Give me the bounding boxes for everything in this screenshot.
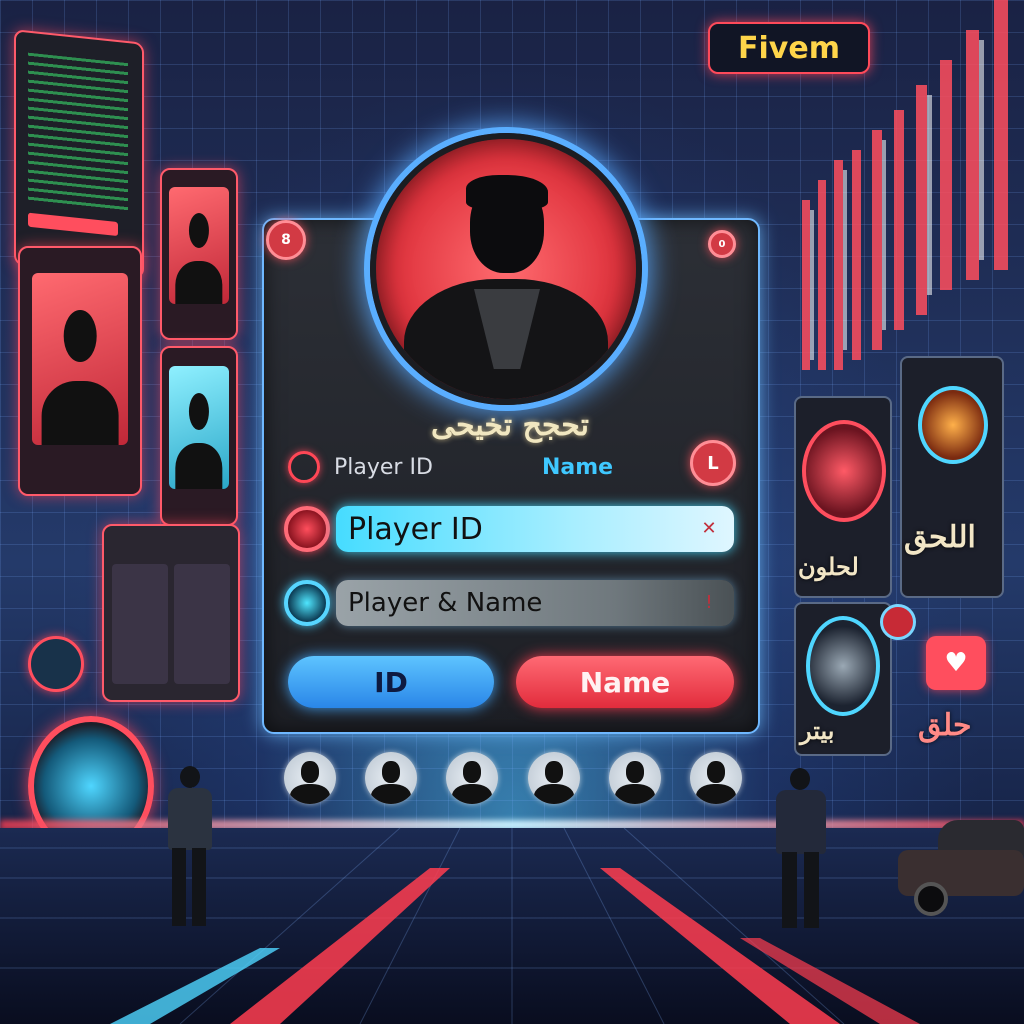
side-card-duo [102, 524, 240, 702]
player-name-input[interactable]: Player & Name ! [336, 580, 734, 626]
player-avatar-icon [370, 133, 642, 405]
user-icon[interactable] [28, 636, 84, 692]
search-by-name-button[interactable]: Name [516, 656, 734, 708]
name-label-row: Name [542, 450, 613, 484]
name-label: Name [542, 454, 614, 480]
player-id-label-row: Player ID [288, 450, 433, 484]
right-text-bottom-left: بيتر [800, 716, 835, 745]
floor-grid [0, 828, 1024, 1024]
player-name-icon [284, 580, 330, 626]
player-avatar-6[interactable] [690, 752, 742, 804]
alert-icon[interactable]: ! [698, 592, 720, 614]
settings-icon[interactable]: 0 [708, 230, 736, 258]
side-card-player-3 [160, 346, 238, 526]
fivem-logo-badge: Fivem [708, 22, 870, 74]
right-text-left: لحلون [798, 552, 859, 581]
clear-icon[interactable]: ✕ [698, 518, 720, 540]
side-card-code [14, 29, 144, 279]
player-id-icon [284, 506, 330, 552]
brand-label: Fivem [738, 30, 840, 66]
right-text-bottom-right: حلق [918, 708, 972, 743]
right-text-top: اللحق [904, 520, 976, 555]
car-silhouette [898, 820, 1024, 916]
side-card-player-1 [18, 246, 142, 496]
player-avatar-4[interactable] [528, 752, 580, 804]
person-right-silhouette [772, 768, 830, 928]
player-id-input-value: Player ID [348, 511, 483, 547]
player-avatar-2[interactable] [365, 752, 417, 804]
right-card-profile-2 [900, 356, 1004, 598]
player-id-label: Player ID [334, 454, 433, 480]
record-icon[interactable] [880, 604, 916, 640]
player-id-label-icon [288, 451, 320, 483]
player-id-input[interactable]: Player ID ✕ [336, 506, 734, 552]
heart-icon[interactable]: ♥ [926, 636, 986, 690]
player-name-input-value: Player & Name [348, 588, 543, 618]
player-avatar-5[interactable] [609, 752, 661, 804]
player-avatar-3[interactable] [446, 752, 498, 804]
panel-title: تحجح تخيحى [430, 408, 590, 443]
side-card-player-2 [160, 168, 238, 340]
search-by-id-button[interactable]: ID [288, 656, 494, 708]
person-left-silhouette [164, 766, 216, 926]
player-avatar-1[interactable] [284, 752, 336, 804]
info-icon[interactable]: L [690, 440, 736, 486]
close-icon[interactable]: 8 [266, 220, 306, 260]
